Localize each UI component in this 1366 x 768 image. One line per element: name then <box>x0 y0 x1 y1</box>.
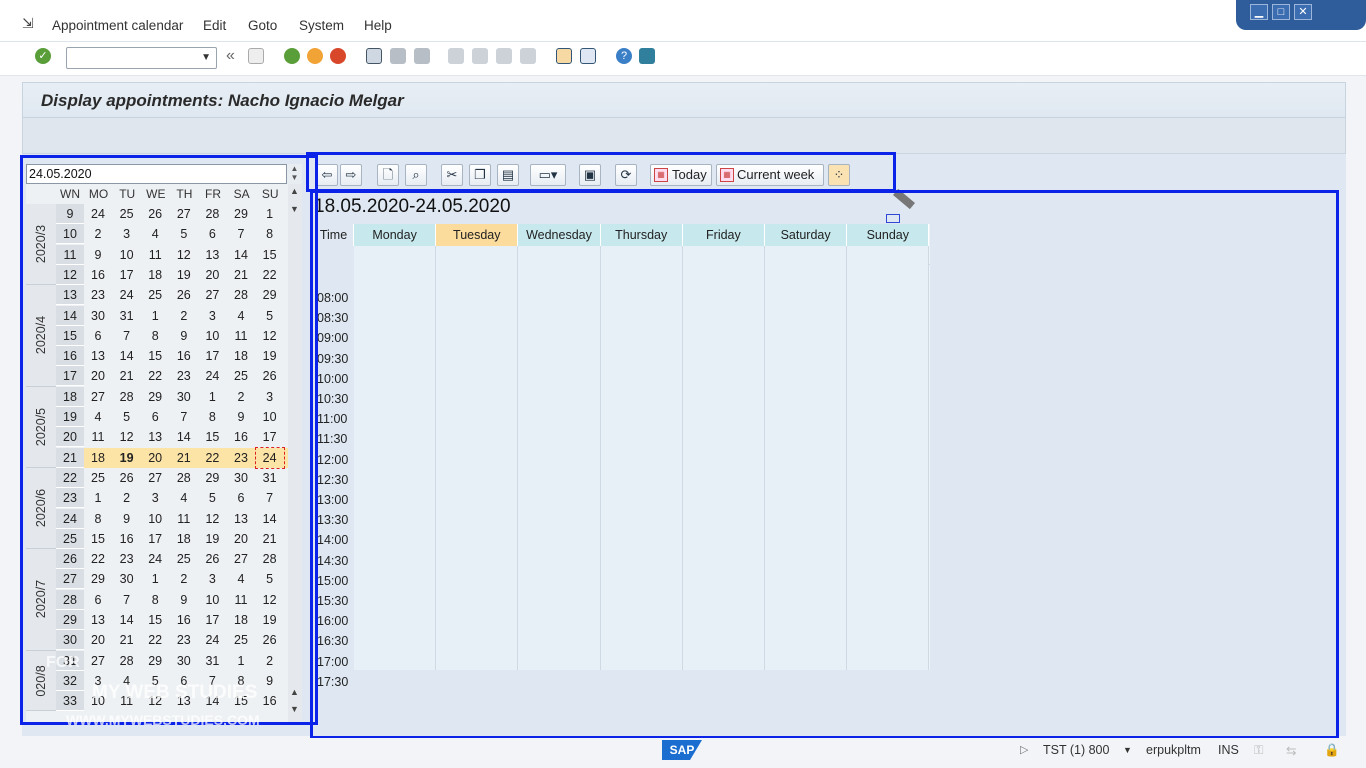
status-mode[interactable]: INS <box>1218 743 1239 757</box>
next-page-icon[interactable] <box>496 48 512 64</box>
exit-icon[interactable] <box>307 48 323 64</box>
help-icon[interactable]: ? <box>616 48 632 64</box>
title-bar: Display appointments: Nacho Ignacio Melg… <box>22 82 1346 118</box>
close-icon[interactable]: ✕ <box>1294 4 1312 20</box>
menu-edit[interactable]: Edit <box>203 18 226 33</box>
watermark-line3: WWW.MYWEBSTUDIES.COM <box>66 712 260 728</box>
chevron-down-icon[interactable]: ▼ <box>201 52 211 63</box>
watermark-line1: FOR <box>46 654 80 671</box>
find-next-icon[interactable] <box>414 48 430 64</box>
menu-goto[interactable]: Goto <box>248 18 277 33</box>
menu-bar: ⇲ Appointment calendar Edit Goto System … <box>0 0 1366 42</box>
maximize-icon[interactable]: □ <box>1272 4 1290 20</box>
prev-page-icon[interactable] <box>472 48 488 64</box>
highlight-navigator <box>20 155 318 725</box>
first-page-icon[interactable] <box>448 48 464 64</box>
highlight-toolbar <box>306 152 896 192</box>
menu-system[interactable]: System <box>299 18 344 33</box>
find-icon[interactable] <box>390 48 406 64</box>
print-icon[interactable] <box>366 48 382 64</box>
back-nav-icon[interactable] <box>284 48 300 64</box>
command-field[interactable]: ▼ <box>66 47 217 69</box>
page-title: Display appointments: Nacho Ignacio Melg… <box>41 91 404 110</box>
customize-icon[interactable] <box>639 48 655 64</box>
secure-icon: 🔒 <box>1324 743 1340 757</box>
menu-help[interactable]: Help <box>364 18 392 33</box>
minimize-icon[interactable]: ▁ <box>1250 4 1268 20</box>
lock-icon: ⚿ <box>1254 743 1264 757</box>
application-toolbar <box>22 118 1346 154</box>
save-icon[interactable] <box>248 48 264 64</box>
status-system: TST (1) 800 <box>1043 743 1110 757</box>
highlight-week-view <box>310 190 1339 739</box>
last-page-icon[interactable] <box>520 48 536 64</box>
shortcut-icon[interactable] <box>580 48 596 64</box>
status-dropdown-icon[interactable]: ▼ <box>1123 745 1132 755</box>
status-expand-icon[interactable]: ▷ <box>1020 743 1028 756</box>
cancel-icon[interactable] <box>330 48 346 64</box>
status-server: erpukpltm <box>1146 743 1201 757</box>
enter-icon[interactable]: ✓ <box>35 48 51 64</box>
back-icon[interactable]: « <box>226 48 242 64</box>
transfer-icon: ⇆ <box>1286 744 1297 758</box>
watermark-line2: MY WEB STUDIES <box>92 682 258 703</box>
new-session-icon[interactable] <box>556 48 572 64</box>
menu-appointment-calendar[interactable]: Appointment calendar <box>52 18 183 33</box>
window-controls: ▁ □ ✕ <box>1236 0 1366 30</box>
menu-exit-icon[interactable]: ⇲ <box>22 16 38 30</box>
